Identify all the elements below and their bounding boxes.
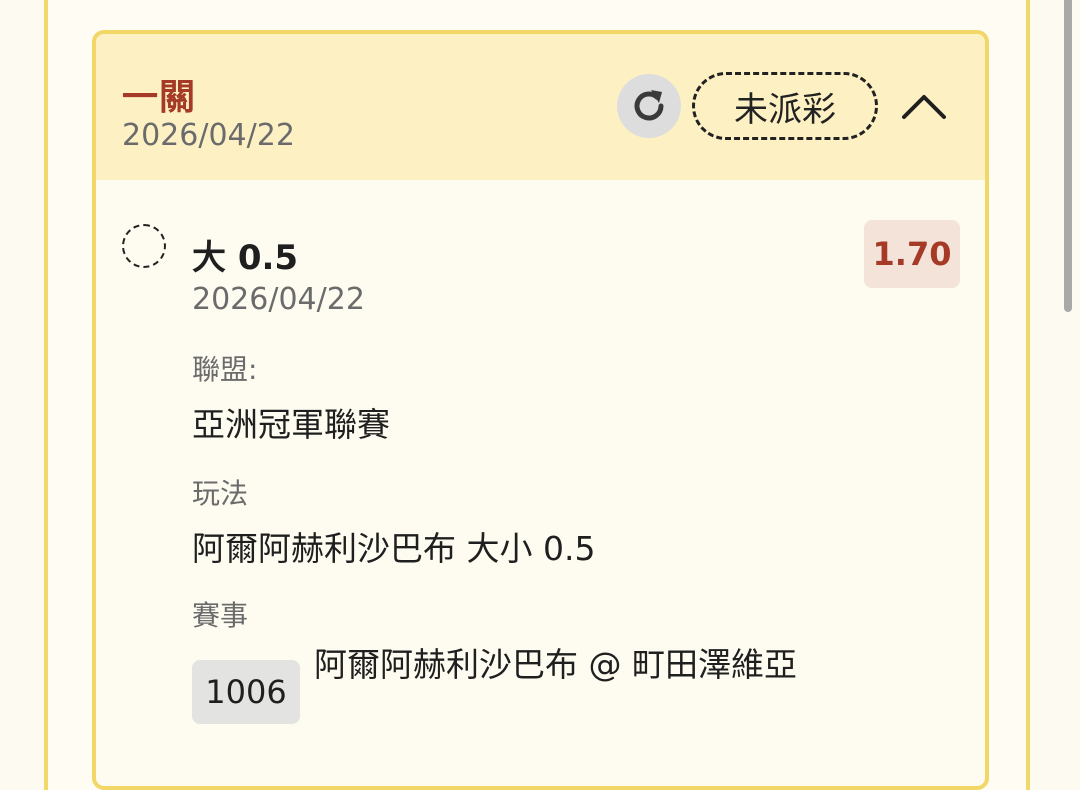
collapse-button[interactable] (898, 82, 950, 130)
bet-card-date: 2026/04/22 (122, 118, 295, 153)
match-label: 賽事 (192, 599, 249, 632)
status-badge: 未派彩 (692, 72, 878, 140)
league-label: 聯盟: (192, 353, 258, 386)
play-type-value: 阿爾阿赫利沙巴布 大小 0.5 (192, 529, 596, 568)
refresh-button[interactable] (617, 74, 681, 138)
bet-card-header[interactable]: 一關 2026/04/22 未派彩 (96, 34, 985, 180)
bet-status-circle-icon (122, 224, 166, 268)
chevron-up-icon (902, 95, 946, 119)
bet-selection: 大 0.5 (192, 238, 299, 278)
bet-card: 一關 2026/04/22 未派彩 大 0.5 2026/04/22 1.70 … (92, 30, 989, 790)
match-id-badge: 1006 (192, 660, 300, 724)
bet-date: 2026/04/22 (192, 282, 365, 317)
play-type-label: 玩法 (192, 477, 249, 510)
league-value: 亞洲冠軍聯賽 (192, 405, 390, 444)
scrollbar[interactable] (1064, 0, 1072, 312)
bet-type-title: 一關 (122, 77, 197, 118)
refresh-icon (634, 90, 664, 121)
odds-badge: 1.70 (864, 220, 960, 288)
match-name: 阿爾阿赫利沙巴布 @ 町田澤維亞 (314, 645, 797, 684)
